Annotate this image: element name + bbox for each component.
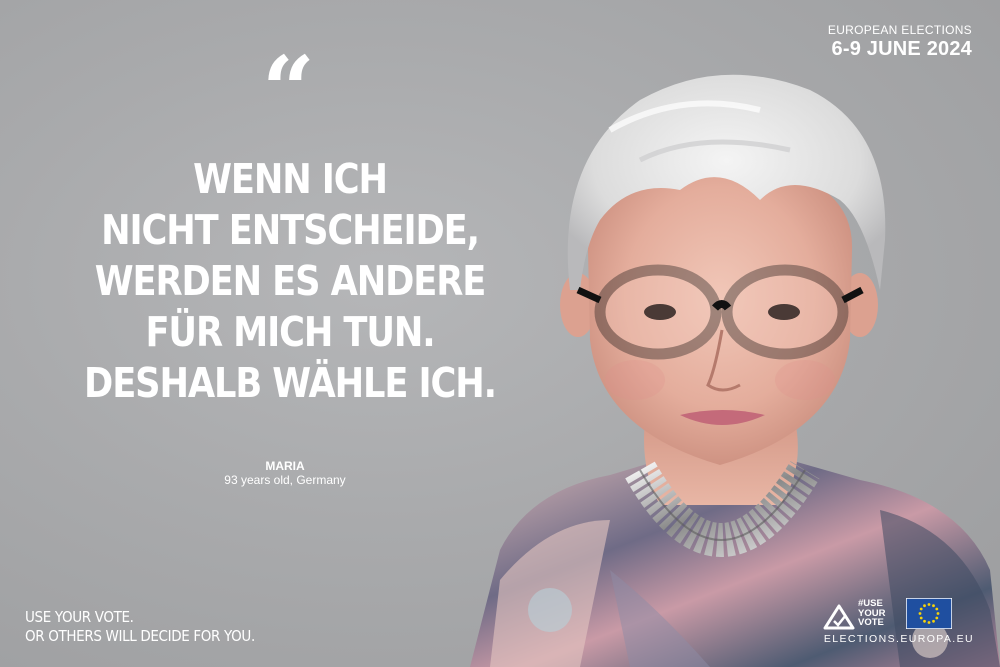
use-your-vote-logo: #USE YOUR VOTE	[858, 599, 902, 628]
quote-line: WENN ICH	[193, 155, 388, 203]
election-label: EUROPEAN ELECTIONS	[827, 23, 972, 37]
eu-flag-icon	[906, 598, 952, 629]
quote-block: WENN ICH NICHT ENTSCHEIDE, WERDEN ES AND…	[30, 154, 550, 409]
website-link[interactable]: ELECTIONS.EUROPA.EU	[822, 633, 974, 645]
campaign-logos: #USE YOUR VOTE ELECTIONS.EUROPA.EU	[822, 597, 974, 645]
use-your-vote-triangle-icon	[823, 604, 855, 630]
quote-line: FÜR MICH TUN.	[145, 308, 435, 356]
quote-line: DESHALB WÄHLE ICH.	[84, 359, 497, 407]
attribution: MARIA 93 years old, Germany	[180, 459, 390, 488]
poster: EUROPEAN ELECTIONS 6-9 JUNE 2024 “ WENN …	[0, 0, 1000, 667]
person-name: MARIA	[265, 459, 305, 473]
quote-mark: “	[262, 36, 315, 144]
slogan: USE YOUR VOTE. OR OTHERS WILL DECIDE FOR…	[25, 608, 280, 646]
slogan-line-2: OR OTHERS WILL DECIDE FOR YOU.	[25, 627, 255, 645]
quote-line: WERDEN ES ANDERE	[94, 257, 487, 305]
slogan-line-1: USE YOUR VOTE.	[25, 608, 134, 626]
person-description: 93 years old, Germany	[224, 473, 346, 488]
logo-line: VOTE	[858, 617, 884, 628]
quote-line: NICHT ENTSCHEIDE,	[101, 206, 480, 254]
